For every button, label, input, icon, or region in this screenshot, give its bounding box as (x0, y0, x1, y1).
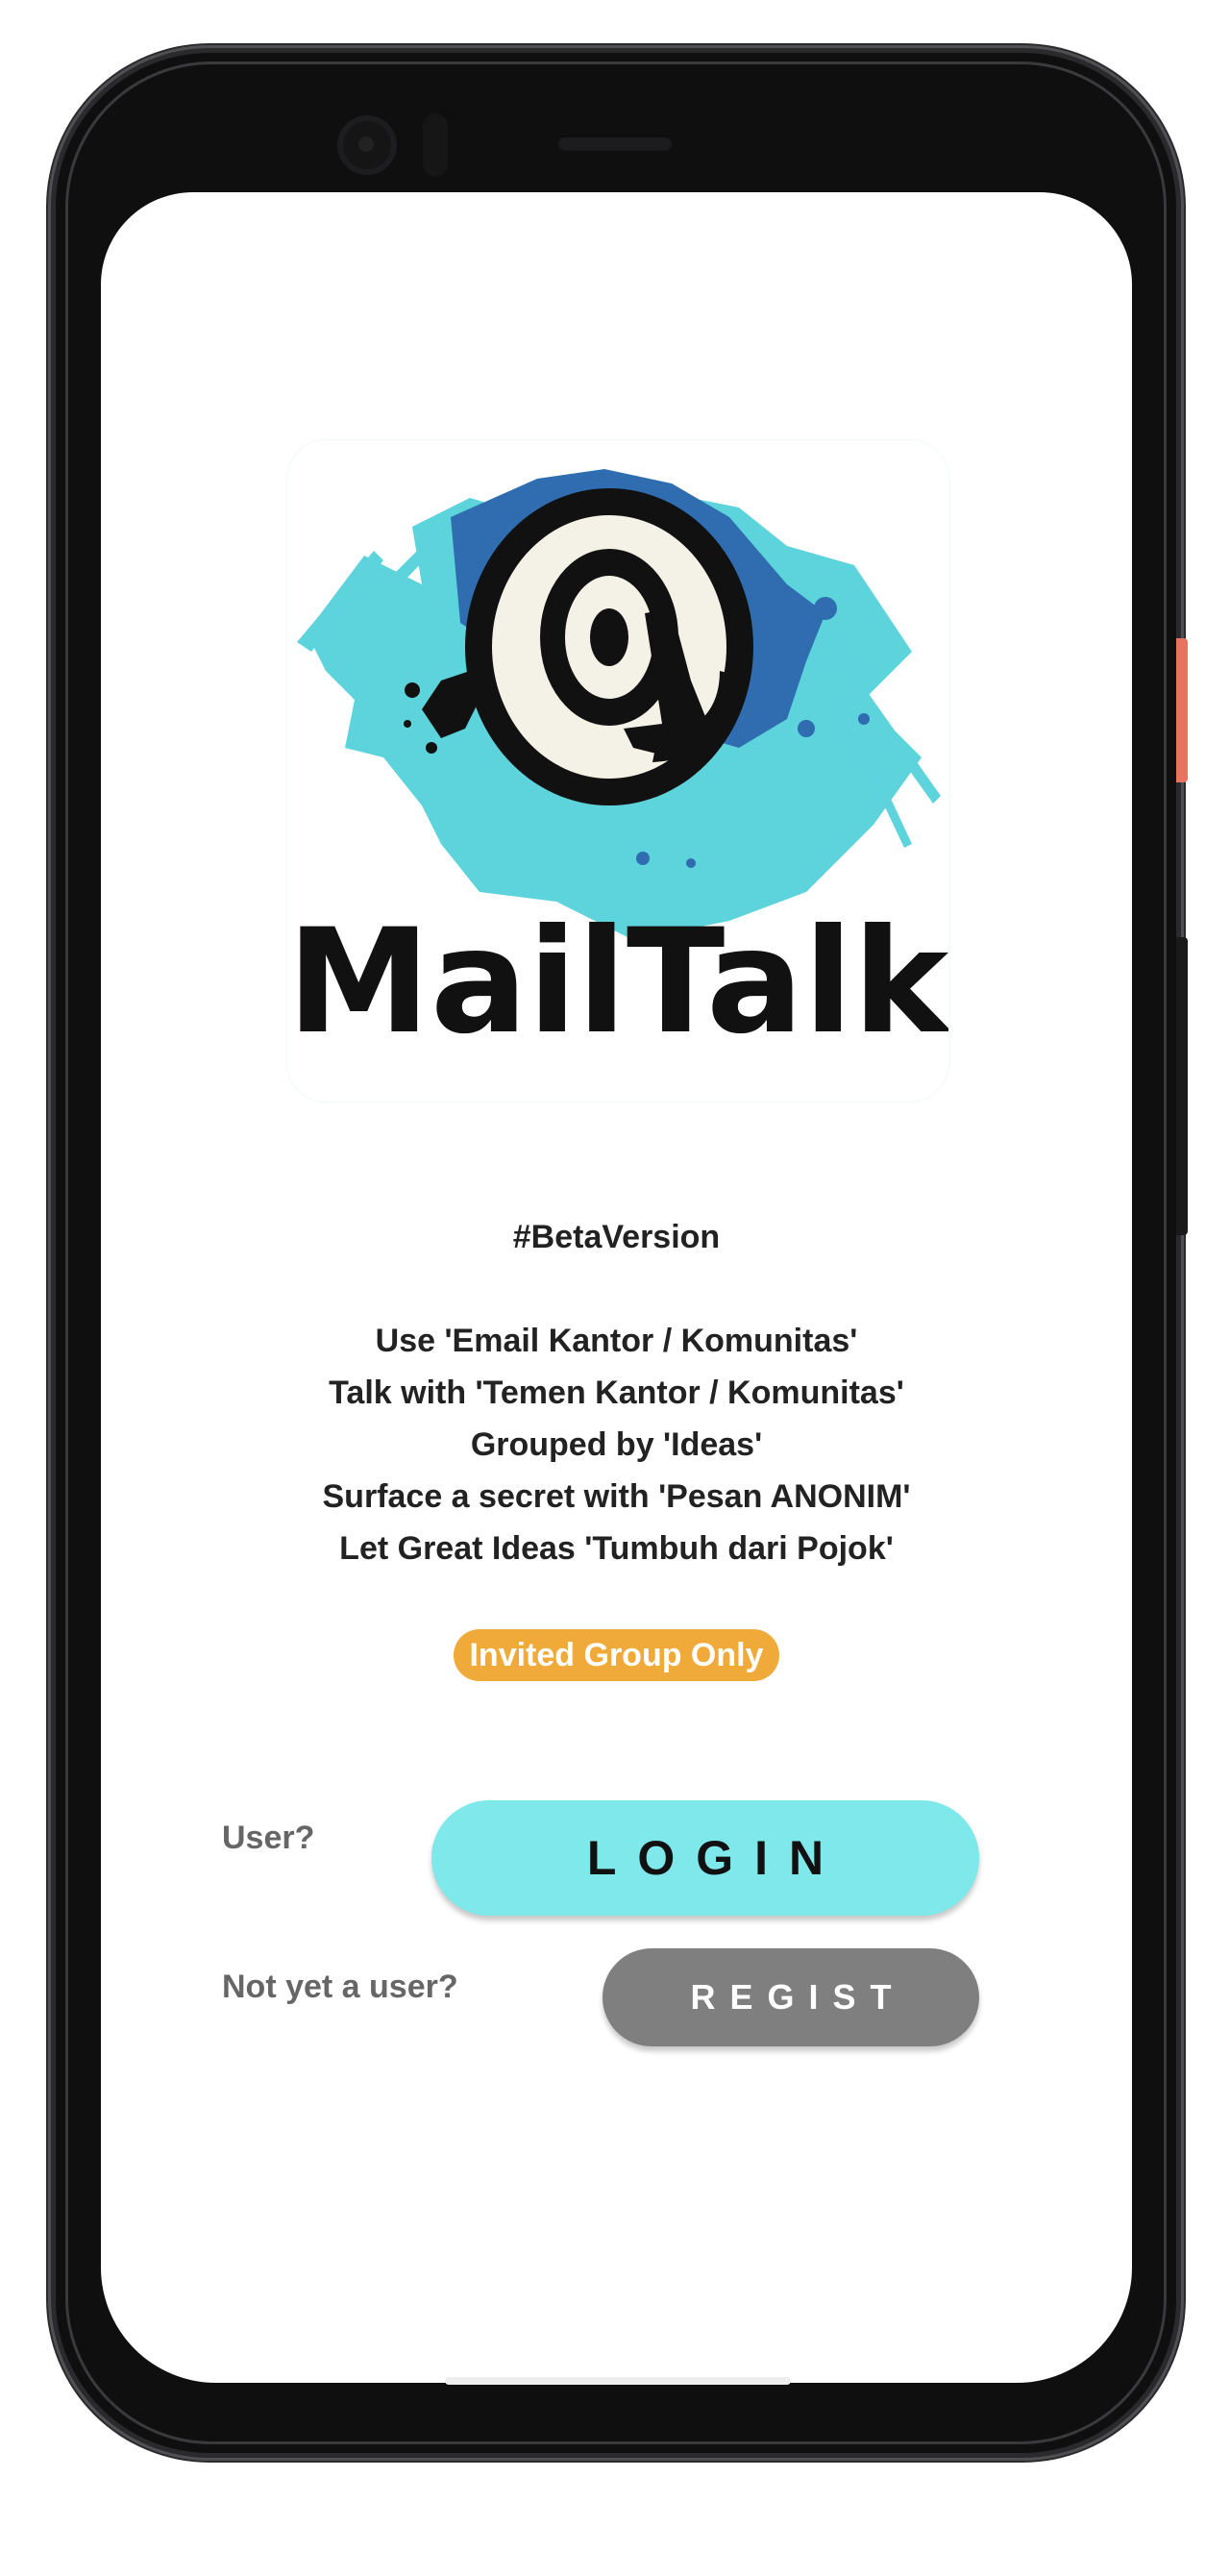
new-user-prompt-label: Not yet a user? (222, 1969, 458, 2005)
app-logo: MailTalk (287, 440, 948, 1102)
login-button[interactable]: LOGIN (431, 1800, 979, 1916)
proximity-sensor (423, 113, 448, 177)
tagline-line: Talk with 'Temen Kantor / Komunitas' (329, 1375, 904, 1411)
logo-wordmark: MailTalk (287, 899, 948, 1066)
invited-group-badge: Invited Group Only (454, 1629, 779, 1681)
at-symbol (465, 488, 753, 805)
home-indicator[interactable] (445, 2377, 791, 2385)
user-prompt-label: User? (222, 1820, 315, 1856)
mailtalk-logo-image: MailTalk (287, 469, 948, 1066)
regist-button[interactable]: REGIST (603, 1948, 979, 2046)
beta-version-tag: #BetaVersion (512, 1219, 721, 1255)
tagline-line: Grouped by 'Ideas' (470, 1426, 763, 1463)
tagline-list: Use 'Email Kantor / Komunitas' Talk with… (101, 1315, 1132, 1574)
tagline-line: Use 'Email Kantor / Komunitas' (375, 1323, 858, 1359)
power-button (1176, 638, 1188, 782)
tagline-line: Surface a secret with 'Pesan ANONIM' (322, 1478, 911, 1515)
app-screen: MailTalk #BetaVersion Use 'Email Kantor … (101, 192, 1132, 2383)
tagline-line: Let Great Ideas 'Tumbuh dari Pojok' (339, 1530, 894, 1567)
volume-button (1176, 937, 1188, 1235)
front-camera (337, 115, 397, 175)
earpiece-speaker (557, 136, 673, 151)
